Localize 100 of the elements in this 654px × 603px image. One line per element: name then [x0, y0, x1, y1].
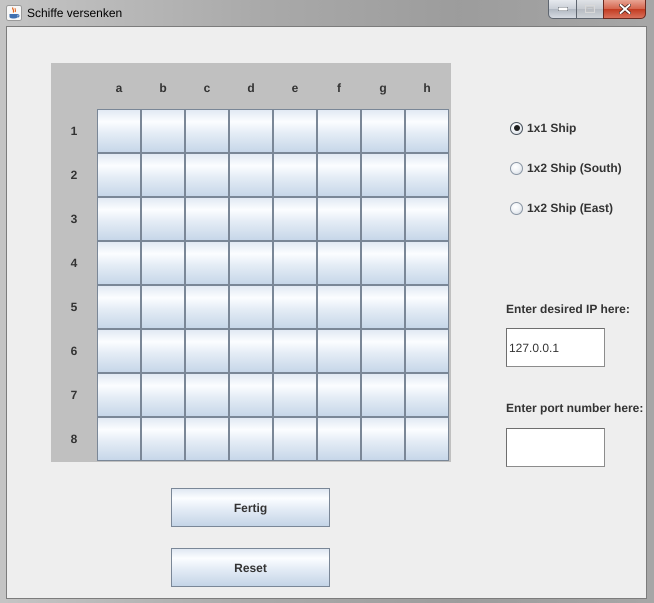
board-cell[interactable]	[317, 285, 361, 329]
board-cell[interactable]	[141, 285, 185, 329]
board-cell[interactable]	[361, 241, 405, 285]
board-cell[interactable]	[229, 197, 273, 241]
column-label: h	[423, 81, 431, 95]
board-cell[interactable]	[273, 153, 317, 197]
reset-button[interactable]: Reset	[171, 548, 330, 587]
board-cell[interactable]	[97, 241, 141, 285]
board-cell[interactable]	[317, 109, 361, 153]
column-label: e	[292, 81, 298, 95]
board-cell[interactable]	[141, 197, 185, 241]
board-cell[interactable]	[361, 373, 405, 417]
board-cell[interactable]	[185, 417, 229, 461]
row-label: 1	[70, 124, 78, 138]
row-label: 3	[70, 212, 78, 226]
board-cell[interactable]	[273, 241, 317, 285]
board-cell[interactable]	[317, 373, 361, 417]
board-cell[interactable]	[273, 329, 317, 373]
column-label: a	[116, 81, 122, 95]
row-label: 6	[70, 344, 78, 358]
row-label: 8	[70, 432, 78, 446]
close-button[interactable]	[603, 0, 646, 19]
board-cell[interactable]	[317, 329, 361, 373]
board-cell[interactable]	[273, 109, 317, 153]
coffee-cup-icon	[6, 5, 22, 21]
board-cell[interactable]	[317, 197, 361, 241]
board-cell[interactable]	[185, 373, 229, 417]
column-label: f	[337, 81, 341, 95]
radio-button[interactable]	[510, 122, 523, 134]
radio-label[interactable]: 1x1 Ship	[527, 121, 576, 135]
board-cell[interactable]	[405, 329, 449, 373]
board-cell[interactable]	[141, 241, 185, 285]
board-cell[interactable]	[141, 153, 185, 197]
board-cell[interactable]	[185, 329, 229, 373]
board-cell[interactable]	[141, 373, 185, 417]
board-cell[interactable]	[361, 153, 405, 197]
board-cell[interactable]	[97, 373, 141, 417]
board-cell[interactable]	[317, 153, 361, 197]
board-cell[interactable]	[229, 329, 273, 373]
board-cell[interactable]	[361, 417, 405, 461]
board-cell[interactable]	[405, 417, 449, 461]
board-cell[interactable]	[229, 285, 273, 329]
row-label: 2	[70, 168, 78, 182]
minimize-button[interactable]	[548, 0, 576, 19]
board-cell[interactable]	[361, 329, 405, 373]
board-cell[interactable]	[229, 153, 273, 197]
window-title: Schiffe versenken	[27, 5, 122, 21]
radio-button[interactable]	[510, 162, 523, 174]
maximize-icon	[585, 5, 595, 13]
board-cell[interactable]	[317, 417, 361, 461]
board-cell[interactable]	[185, 153, 229, 197]
board-cell[interactable]	[141, 329, 185, 373]
board-cell[interactable]	[97, 109, 141, 153]
minimize-icon	[558, 7, 568, 11]
ip-label: Enter desired IP here:	[506, 301, 630, 317]
board-cell[interactable]	[229, 109, 273, 153]
board-cell[interactable]	[273, 197, 317, 241]
board-cell[interactable]	[405, 109, 449, 153]
row-label: 7	[70, 388, 78, 402]
board-cell[interactable]	[273, 285, 317, 329]
maximize-button[interactable]	[576, 0, 603, 19]
board-cell[interactable]	[229, 373, 273, 417]
board-cell[interactable]	[361, 109, 405, 153]
radio-label[interactable]: 1x2 Ship (South)	[527, 161, 622, 175]
board-cell[interactable]	[97, 285, 141, 329]
ip-field[interactable]: 127.0.0.1	[506, 328, 605, 367]
board-cell[interactable]	[229, 417, 273, 461]
radio-button[interactable]	[510, 202, 523, 214]
board-cell[interactable]	[361, 285, 405, 329]
board-cell[interactable]	[317, 241, 361, 285]
row-label: 5	[70, 300, 78, 314]
board-cell[interactable]	[405, 197, 449, 241]
column-label: g	[379, 81, 387, 95]
board-cell[interactable]	[405, 285, 449, 329]
board-cell[interactable]	[405, 373, 449, 417]
board-cell[interactable]	[185, 109, 229, 153]
board-cell[interactable]	[405, 241, 449, 285]
board-cell[interactable]	[141, 109, 185, 153]
board-cell[interactable]	[361, 197, 405, 241]
board-cell[interactable]	[97, 153, 141, 197]
radio-label[interactable]: 1x2 Ship (East)	[527, 201, 614, 215]
column-label: b	[159, 81, 167, 95]
board-cell[interactable]	[185, 285, 229, 329]
board-cell[interactable]	[273, 373, 317, 417]
done-button[interactable]: Fertig	[171, 488, 330, 527]
board-cell[interactable]	[97, 197, 141, 241]
board-cell[interactable]	[97, 329, 141, 373]
board-cell[interactable]	[273, 417, 317, 461]
board-cell[interactable]	[97, 417, 141, 461]
board-cell[interactable]	[229, 241, 273, 285]
board-cell[interactable]	[405, 153, 449, 197]
close-icon	[618, 4, 630, 14]
port-label: Enter port number here:	[506, 400, 644, 416]
port-field[interactable]	[506, 428, 605, 467]
column-label: c	[204, 81, 210, 95]
row-label: 4	[70, 256, 78, 270]
board-cell[interactable]	[185, 241, 229, 285]
board-cell[interactable]	[185, 197, 229, 241]
column-label: d	[247, 81, 255, 95]
board-cell[interactable]	[141, 417, 185, 461]
